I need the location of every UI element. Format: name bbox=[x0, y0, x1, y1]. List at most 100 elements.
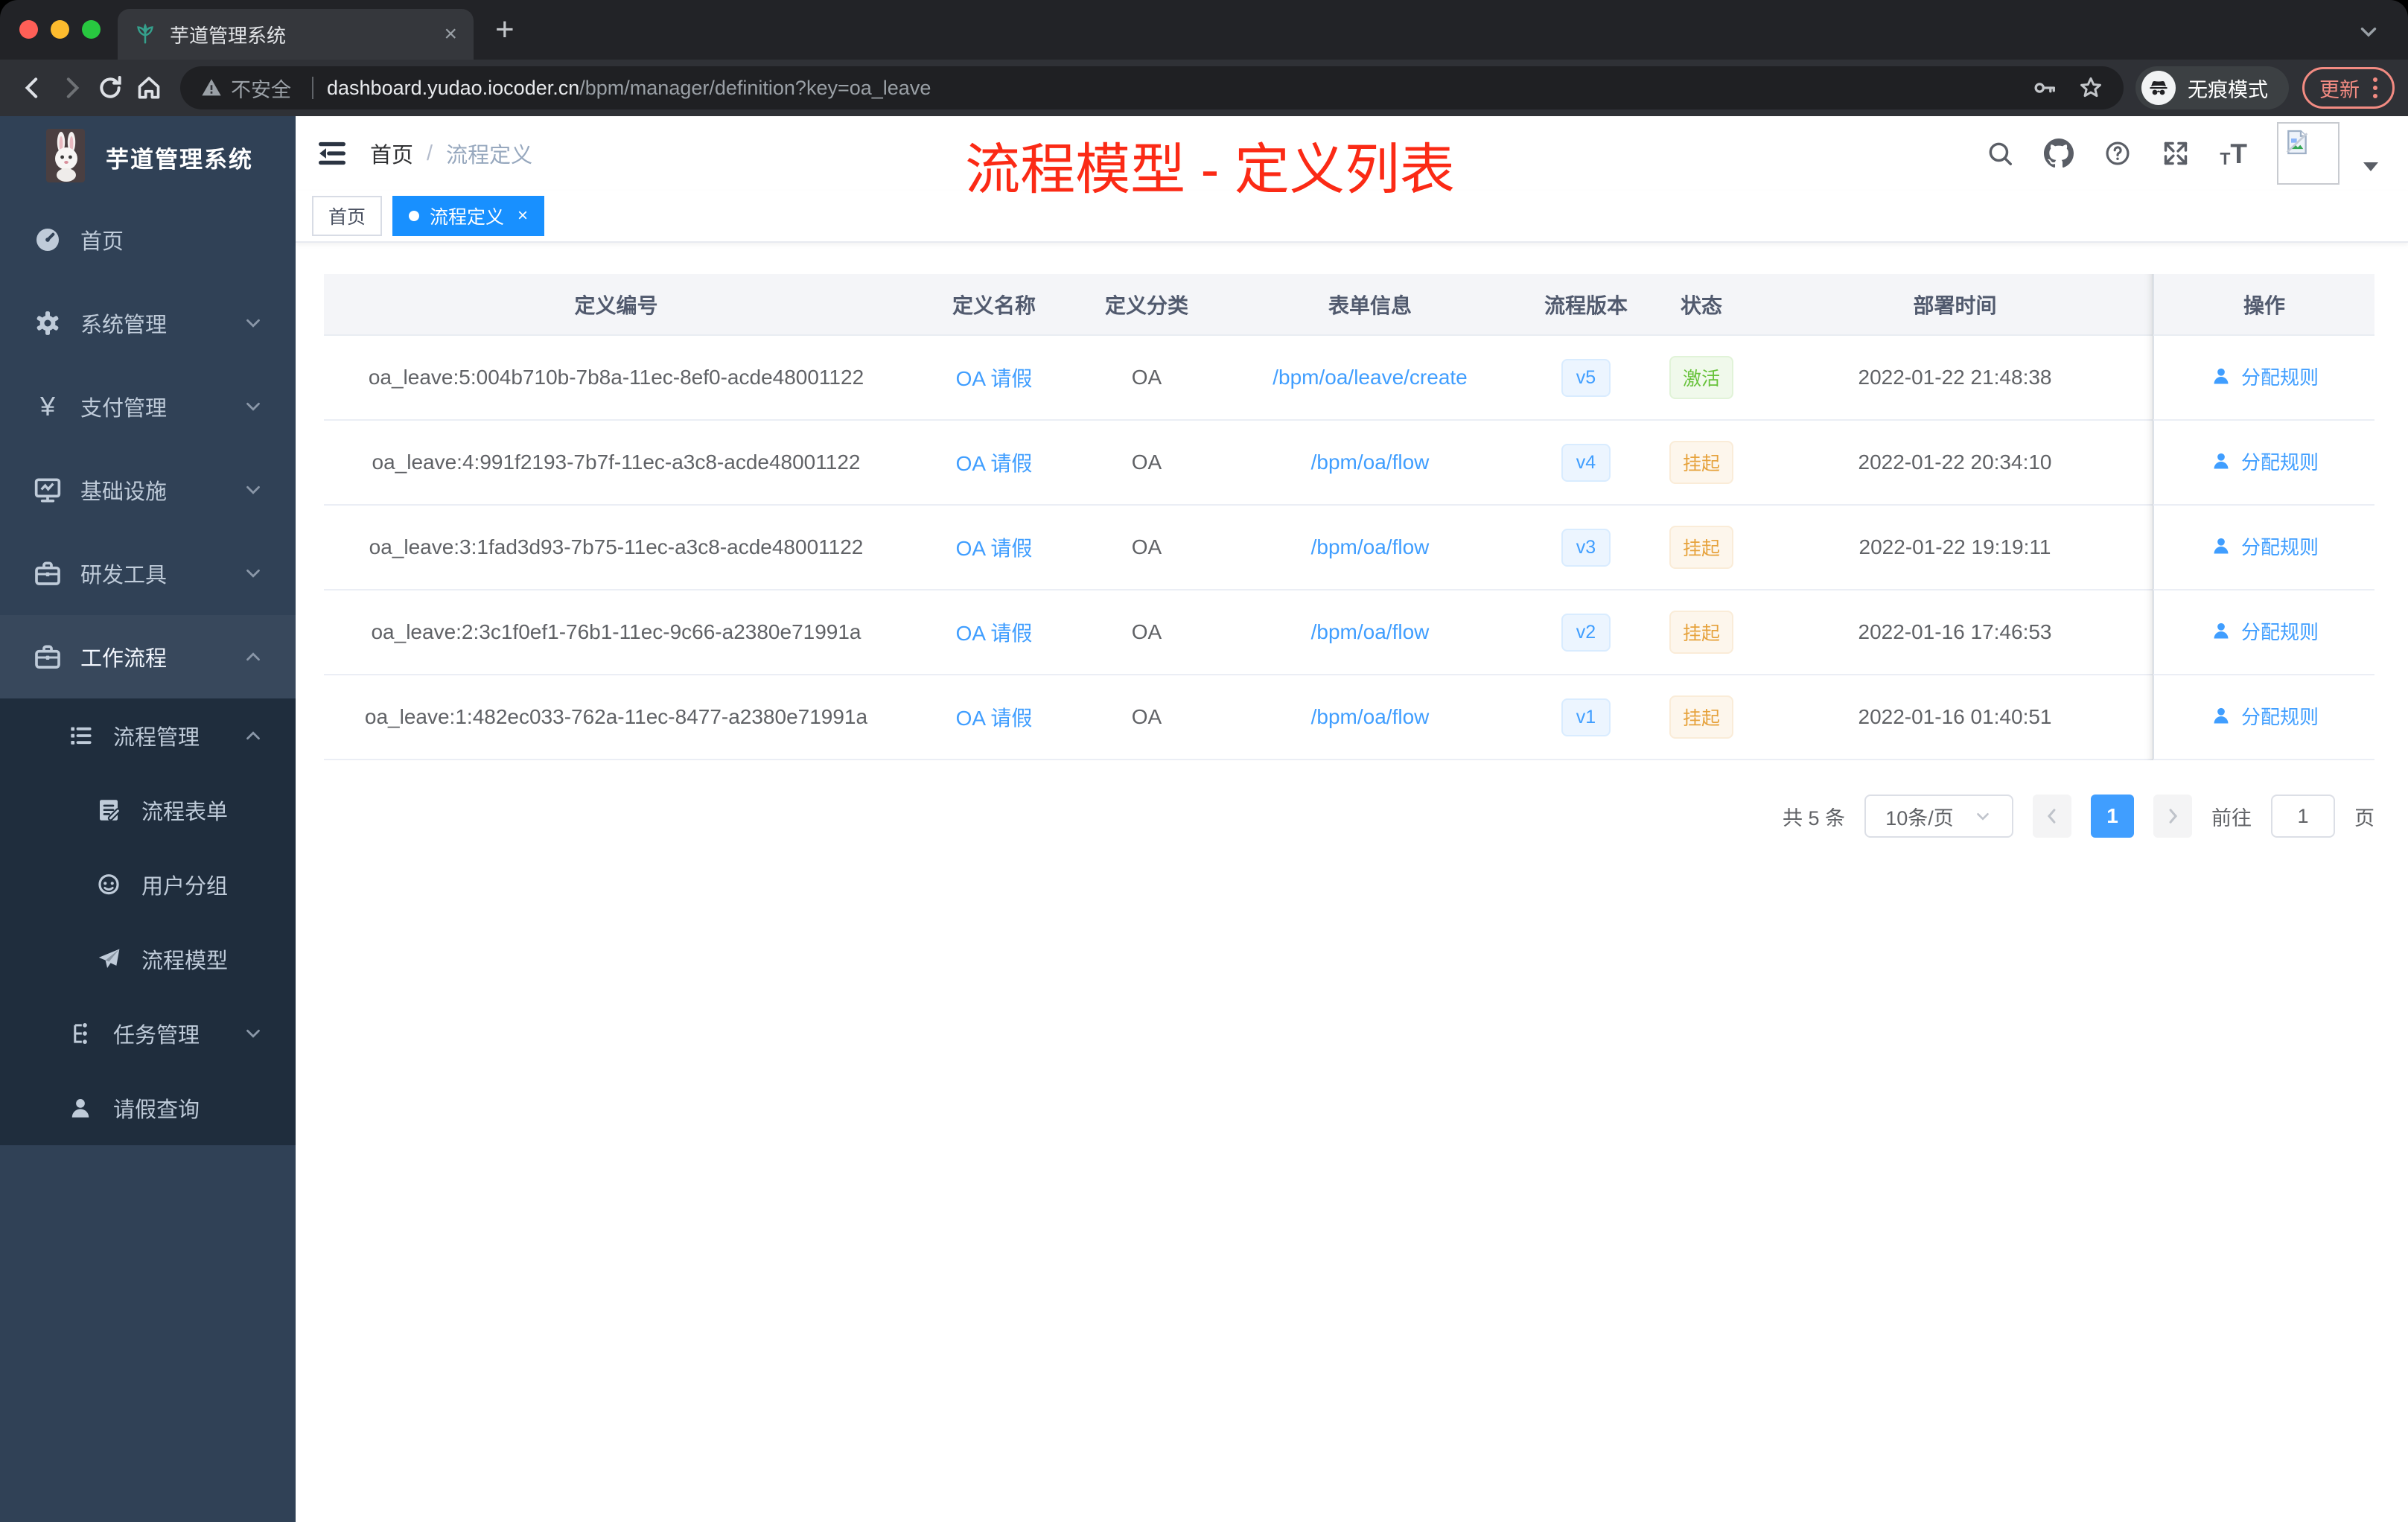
col-definition-category: 定义分类 bbox=[1080, 274, 1214, 336]
app-sidebar: 芋道管理系统 首页 系统管理 ¥ 支付管理 基础设施 研发工具 工作流程 流程管… bbox=[0, 116, 296, 1522]
definition-name-link[interactable]: OA 请假 bbox=[956, 452, 1033, 475]
prev-page-button[interactable] bbox=[2033, 795, 2071, 838]
security-label[interactable]: 不安全 bbox=[231, 74, 291, 103]
new-tab-button[interactable]: + bbox=[495, 13, 515, 46]
incognito-badge: 无痕模式 bbox=[2135, 66, 2289, 109]
chevron-down-icon bbox=[242, 479, 264, 501]
form-link[interactable]: /bpm/oa/leave/create bbox=[1273, 366, 1468, 389]
assign-rule-label: 分配规则 bbox=[2240, 535, 2319, 558]
version-badge: v4 bbox=[1561, 443, 1611, 482]
broken-image-icon bbox=[2286, 130, 2308, 155]
browser-tab[interactable]: 芋道管理系统 × bbox=[118, 9, 474, 60]
breadcrumb: 首页 / 流程定义 bbox=[370, 138, 532, 169]
definition-name-link[interactable]: OA 请假 bbox=[956, 622, 1033, 645]
search-icon[interactable] bbox=[1986, 139, 2014, 168]
page-number-1[interactable]: 1 bbox=[2091, 795, 2134, 838]
definition-id: oa_leave:1:482ec033-762a-11ec-8477-a2380… bbox=[324, 675, 908, 760]
sidebar-item-person[interactable]: 请假查询 bbox=[0, 1071, 296, 1145]
tag-close-icon[interactable]: × bbox=[517, 206, 528, 226]
sidebar-menu: 首页 系统管理 ¥ 支付管理 基础设施 研发工具 工作流程 流程管理 流程表单 … bbox=[0, 198, 296, 1145]
breadcrumb-home[interactable]: 首页 bbox=[370, 138, 413, 169]
tag-active[interactable]: 流程定义 × bbox=[392, 196, 545, 236]
next-page-button[interactable] bbox=[2153, 795, 2192, 838]
version-badge: v5 bbox=[1561, 358, 1611, 397]
traffic-light-close-button[interactable] bbox=[19, 20, 38, 39]
assign-rule-link[interactable]: 分配规则 bbox=[2210, 617, 2319, 645]
github-icon[interactable] bbox=[2044, 138, 2074, 168]
bookmark-star-icon[interactable] bbox=[2077, 74, 2104, 101]
sidebar-item-toolbox[interactable]: 研发工具 bbox=[0, 532, 296, 615]
paper-plane-icon bbox=[94, 944, 124, 974]
assign-rule-link[interactable]: 分配规则 bbox=[2210, 702, 2319, 730]
browser-window: 芋道管理系统 × + 不安全 dashboard.yudao.iocoder.c… bbox=[0, 0, 2408, 1522]
sidebar-fold-icon[interactable] bbox=[315, 136, 349, 171]
goto-page-input[interactable] bbox=[2271, 795, 2335, 838]
table-row: oa_leave:1:482ec033-762a-11ec-8477-a2380… bbox=[324, 675, 2374, 760]
table-row: oa_leave:5:004b710b-7b8a-11ec-8ef0-acde4… bbox=[324, 335, 2374, 421]
user-icon bbox=[2214, 708, 2229, 724]
assign-rule-link[interactable]: 分配规则 bbox=[2210, 363, 2319, 390]
sidebar-item-paper-plane[interactable]: 流程模型 bbox=[0, 922, 296, 996]
definition-name-link[interactable]: OA 请假 bbox=[956, 537, 1033, 560]
url-text[interactable]: dashboard.yudao.iocoder.cn/bpm/manager/d… bbox=[327, 77, 931, 100]
home-button[interactable] bbox=[130, 69, 168, 107]
definition-id: oa_leave:2:3c1f0ef1-76b1-11ec-9c66-a2380… bbox=[324, 590, 908, 675]
dashboard-icon bbox=[33, 225, 63, 255]
form-link[interactable]: /bpm/oa/flow bbox=[1311, 450, 1430, 474]
forward-button[interactable] bbox=[52, 69, 91, 107]
tab-close-icon[interactable]: × bbox=[444, 23, 457, 45]
deploy-time: 2022-01-22 20:34:10 bbox=[1757, 420, 2153, 506]
chevron-down-icon bbox=[242, 395, 264, 418]
address-bar[interactable]: 不安全 dashboard.yudao.iocoder.cn/bpm/manag… bbox=[180, 66, 2124, 109]
task-tree-icon bbox=[66, 1019, 95, 1048]
status-badge: 激活 bbox=[1669, 356, 1733, 399]
form-link[interactable]: /bpm/oa/flow bbox=[1311, 620, 1430, 643]
definition-category: OA bbox=[1080, 335, 1214, 421]
definition-name-link[interactable]: OA 请假 bbox=[956, 707, 1033, 730]
tag-0[interactable]: 首页 bbox=[312, 196, 383, 236]
sidebar-item-user-group[interactable]: 用户分组 bbox=[0, 847, 296, 922]
sidebar-item-yen[interactable]: ¥ 支付管理 bbox=[0, 365, 296, 448]
assign-rule-label: 分配规则 bbox=[2240, 705, 2319, 728]
definition-category: OA bbox=[1080, 420, 1214, 506]
select-chevron-down-icon bbox=[1976, 812, 1989, 821]
browser-menu-kebab-icon[interactable] bbox=[2373, 77, 2377, 98]
form-link[interactable]: /bpm/oa/flow bbox=[1311, 535, 1430, 558]
assign-rule-link[interactable]: 分配规则 bbox=[2210, 532, 2319, 560]
definition-name-link[interactable]: OA 请假 bbox=[956, 367, 1033, 390]
breadcrumb-current: 流程定义 bbox=[446, 144, 533, 168]
col-status: 状态 bbox=[1646, 274, 1757, 336]
sidebar-item-dashboard[interactable]: 首页 bbox=[0, 198, 296, 281]
password-key-icon[interactable] bbox=[2031, 74, 2058, 101]
avatar[interactable] bbox=[2277, 122, 2339, 185]
not-secure-warning-icon bbox=[200, 76, 223, 100]
assign-rule-link[interactable]: 分配规则 bbox=[2210, 448, 2319, 475]
sidebar-item-gear[interactable]: 系统管理 bbox=[0, 281, 296, 365]
assign-rule-label: 分配规则 bbox=[2240, 620, 2319, 643]
favicon-plant-icon bbox=[134, 23, 156, 45]
sidebar-item-task-tree[interactable]: 任务管理 bbox=[0, 996, 296, 1071]
traffic-light-zoom-button[interactable] bbox=[82, 20, 101, 39]
sidebar-item-process-list[interactable]: 流程管理 bbox=[0, 698, 296, 773]
sidebar-item-form-doc[interactable]: 流程表单 bbox=[0, 773, 296, 847]
incognito-icon bbox=[2141, 71, 2176, 105]
tab-overflow-chevron-icon[interactable] bbox=[2356, 19, 2381, 48]
chevron-down-icon bbox=[242, 562, 264, 585]
col-actions: 操作 bbox=[2153, 274, 2374, 336]
font-size-icon[interactable]: TT bbox=[2220, 140, 2247, 168]
reload-button[interactable] bbox=[91, 69, 130, 107]
browser-update-button[interactable]: 更新 bbox=[2302, 67, 2395, 109]
help-question-icon[interactable] bbox=[2103, 139, 2132, 168]
app-logo[interactable]: 芋道管理系统 bbox=[0, 116, 296, 198]
deploy-time: 2022-01-16 01:40:51 bbox=[1757, 675, 2153, 760]
sidebar-item-briefcase[interactable]: 工作流程 bbox=[0, 615, 296, 698]
form-link[interactable]: /bpm/oa/flow bbox=[1311, 705, 1430, 728]
url-path: /bpm/manager/definition?key=oa_leave bbox=[579, 76, 931, 99]
traffic-light-minimize-button[interactable] bbox=[51, 20, 69, 39]
avatar-dropdown-caret-icon[interactable] bbox=[2363, 162, 2378, 171]
page-size-select[interactable]: 10条/页 bbox=[1864, 795, 2013, 838]
fullscreen-icon[interactable] bbox=[2162, 139, 2190, 168]
back-button[interactable] bbox=[13, 69, 52, 107]
sidebar-item-monitor[interactable]: 基础设施 bbox=[0, 448, 296, 532]
app-root: 芋道管理系统 首页 系统管理 ¥ 支付管理 基础设施 研发工具 工作流程 流程管… bbox=[0, 116, 2408, 1522]
